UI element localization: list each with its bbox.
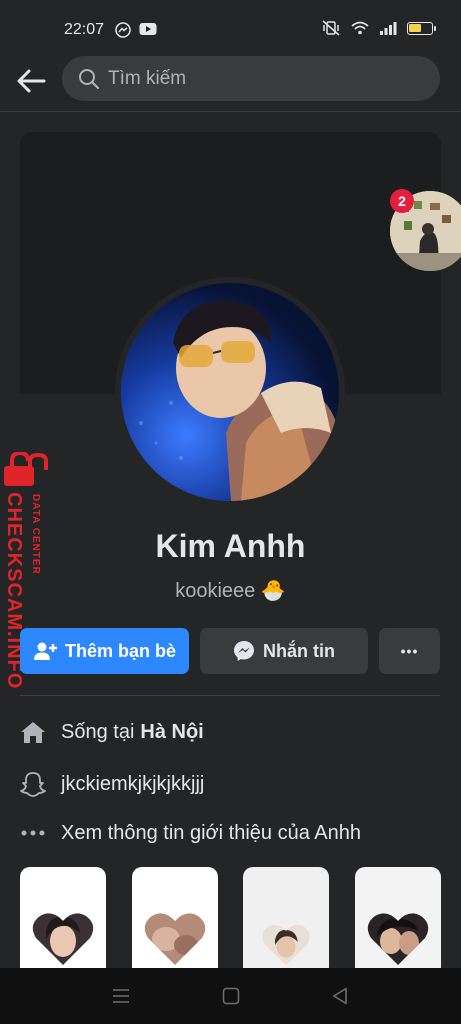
lives-in-prefix: Sống tại — [61, 720, 135, 743]
home-nav-icon[interactable] — [222, 987, 240, 1005]
message-button[interactable]: Nhắn tin — [200, 628, 368, 674]
youtube-icon — [139, 23, 157, 35]
highlight-heart-photo — [367, 913, 429, 966]
see-about-row[interactable]: Xem thông tin giới thiệu của Anhh — [20, 818, 361, 848]
vibrate-off-icon — [322, 20, 340, 36]
wifi-icon — [351, 21, 369, 35]
battery-icon — [407, 21, 436, 35]
messenger-icon — [115, 22, 131, 38]
add-friend-label: Thêm bạn bè — [64, 640, 176, 661]
message-label: Nhắn tin — [263, 640, 335, 661]
highlight-heart-photo — [144, 913, 206, 966]
profile-nickname: kookieee 🐣 — [175, 580, 286, 602]
snapchat-username: jkckiemkjkjkjkkjjj — [61, 772, 205, 795]
highlight-card[interactable] — [355, 867, 441, 977]
snapchat-icon — [20, 771, 46, 797]
system-nav-bar — [0, 968, 461, 1024]
search-placeholder: Tìm kiếm — [108, 68, 187, 89]
add-friend-button[interactable]: Thêm bạn bè — [20, 628, 189, 674]
highlight-card[interactable] — [243, 867, 329, 977]
profile-name: Kim Anhh — [155, 528, 306, 564]
back-button[interactable] — [14, 64, 48, 98]
messenger-icon — [234, 641, 254, 661]
lives-in-place[interactable]: Hà Nội — [140, 721, 203, 744]
back-nav-icon[interactable] — [332, 987, 348, 1005]
add-person-icon — [33, 642, 57, 660]
lives-in-row: Sống tại Hà Nội — [20, 717, 204, 747]
snapchat-row[interactable]: jkckiemkjkjkjkkjjj — [20, 769, 204, 799]
profile-screen: 22:07 Tìm kiếm 2 CHECKSCAM.INFO DATA CEN… — [0, 0, 461, 1024]
more-options-button[interactable]: ••• — [379, 628, 440, 674]
magnifier-icon — [79, 69, 100, 90]
highlight-card[interactable] — [132, 867, 218, 977]
more-dots-icon: ••• — [400, 643, 419, 659]
highlight-card[interactable] — [20, 867, 106, 977]
search-header: Tìm kiếm — [0, 56, 461, 112]
status-bar: 22:07 — [0, 0, 461, 56]
highlight-heart-photo — [32, 913, 94, 966]
signal-icon — [380, 22, 397, 35]
notification-icons — [115, 22, 157, 38]
highlight-heart-photo — [262, 924, 310, 966]
system-icons — [321, 20, 436, 36]
section-divider — [20, 695, 440, 696]
recents-menu-icon[interactable] — [112, 988, 130, 1004]
search-input[interactable]: Tìm kiếm — [62, 56, 440, 101]
dots-icon — [20, 820, 46, 846]
chat-badge: 2 — [390, 189, 414, 213]
avatar-photo — [121, 283, 339, 501]
profile-avatar[interactable] — [121, 283, 339, 501]
arrow-left-icon — [17, 69, 46, 93]
home-icon — [20, 719, 46, 745]
lock-icon — [4, 452, 48, 486]
battery-level — [409, 23, 421, 32]
see-about-label: Xem thông tin giới thiệu của Anhh — [61, 821, 361, 844]
status-time: 22:07 — [64, 21, 105, 38]
